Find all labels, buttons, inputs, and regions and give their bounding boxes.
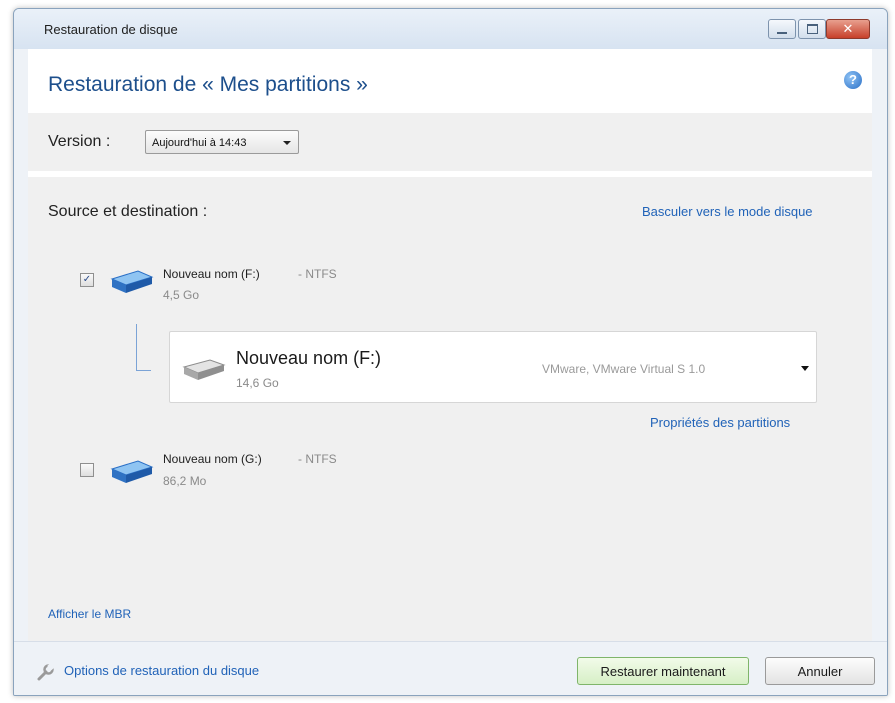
version-dropdown[interactable]: Aujourd'hui à 14:43 bbox=[145, 130, 299, 154]
version-label: Version : bbox=[48, 133, 111, 150]
destination-name: Nouveau nom (F:) bbox=[236, 348, 382, 368]
minimize-button[interactable] bbox=[768, 19, 796, 39]
checkmark-icon: ✓ bbox=[82, 274, 92, 285]
source-destination-section: Source et destination : Basculer vers le… bbox=[28, 177, 872, 641]
source-destination-connector bbox=[136, 324, 151, 371]
maximize-icon bbox=[806, 24, 818, 34]
chevron-down-icon bbox=[801, 366, 809, 371]
restore-disk-window: Restauration de disque ✕ Restauration de… bbox=[13, 8, 888, 696]
destination-size: 14,6 Go bbox=[236, 376, 279, 390]
restore-options-link[interactable]: Options de restauration du disque bbox=[64, 663, 259, 678]
disk-icon bbox=[182, 359, 226, 380]
partition-properties-link[interactable]: Propriétés des partitions bbox=[650, 415, 790, 430]
help-icon[interactable]: ? bbox=[844, 71, 862, 89]
partition-g-name: Nouveau nom (G:) bbox=[163, 452, 262, 466]
partition-g-size: 86,2 Mo bbox=[163, 474, 207, 488]
partition-f-size: 4,5 Go bbox=[163, 288, 200, 302]
close-icon: ✕ bbox=[842, 21, 854, 37]
content-panel: Restauration de « Mes partitions » ? Ver… bbox=[28, 49, 872, 641]
partition-f-fs: - NTFS bbox=[298, 267, 337, 281]
partition-g-checkbox[interactable] bbox=[80, 463, 94, 477]
destination-model: VMware, VMware Virtual S 1.0 bbox=[542, 362, 706, 376]
destination-dropdown[interactable]: Nouveau nom (F:) 14,6 Go VMware, VMware … bbox=[169, 331, 817, 403]
version-selected-value: Aujourd'hui à 14:43 bbox=[152, 137, 247, 149]
disk-icon bbox=[110, 270, 154, 293]
minimize-icon bbox=[777, 32, 787, 34]
wrench-icon bbox=[37, 664, 54, 681]
footer-bar: Options de restauration du disque Restau… bbox=[14, 641, 887, 695]
chevron-down-icon bbox=[283, 141, 291, 145]
switch-disk-mode-link[interactable]: Basculer vers le mode disque bbox=[642, 204, 813, 219]
page-title: Restauration de « Mes partitions » bbox=[48, 73, 368, 96]
partition-g-fs: - NTFS bbox=[298, 452, 337, 466]
close-button[interactable]: ✕ bbox=[826, 19, 870, 39]
section-title: Source et destination : bbox=[48, 203, 208, 220]
show-mbr-link[interactable]: Afficher le MBR bbox=[48, 607, 131, 621]
maximize-button[interactable] bbox=[798, 19, 826, 39]
partition-f-checkbox[interactable]: ✓ bbox=[80, 273, 94, 287]
disk-icon bbox=[110, 460, 154, 483]
version-section: Version : Aujourd'hui à 14:43 bbox=[28, 113, 872, 171]
window-title: Restauration de disque bbox=[44, 22, 178, 37]
title-bar[interactable]: Restauration de disque ✕ bbox=[14, 9, 887, 49]
restore-now-button[interactable]: Restaurer maintenant bbox=[577, 657, 749, 685]
partition-f-name: Nouveau nom (F:) bbox=[163, 267, 260, 281]
cancel-button[interactable]: Annuler bbox=[765, 657, 875, 685]
